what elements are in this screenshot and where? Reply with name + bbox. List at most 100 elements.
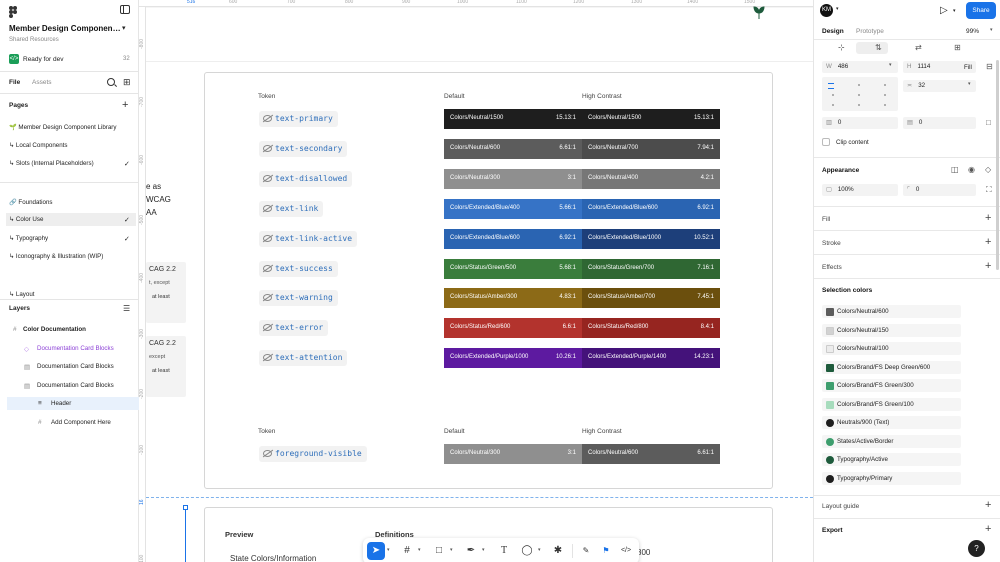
page-item[interactable]: ↳ Local Components [9,142,68,149]
alignment-dot[interactable] [858,94,860,96]
add-page-plus-icon[interactable]: + [122,100,128,111]
actions-tool-icon[interactable]: ✱ [549,542,567,560]
high-contrast-color-swatch[interactable]: Colors/Extended/Blue/600 6.92:1 [582,198,720,219]
text-tool-icon[interactable]: T [495,542,513,560]
present-play-icon[interactable]: ▷ [940,5,948,16]
help-button[interactable]: ? [968,540,985,557]
selection-handle[interactable] [183,505,188,510]
alignment-dot[interactable] [832,94,834,96]
chevron-down-icon[interactable]: ▾ [122,24,126,32]
width-field[interactable]: W 486 [822,61,898,73]
alignment-dot[interactable] [884,94,886,96]
alignment-dot[interactable] [884,84,886,86]
selection-color-item[interactable]: Typography/Primary [822,471,961,485]
selection-color-item[interactable]: Typography/Active [822,453,961,466]
tab-file[interactable]: File [9,79,20,86]
color-token-card[interactable]: Token Default High Contrast Token Defaul… [204,72,773,489]
chevron-down-icon[interactable]: ▾ [836,6,839,12]
token-name[interactable]: text-attention [259,350,348,367]
chevron-down-icon[interactable]: ▾ [418,547,421,553]
rectangle-tool-icon[interactable]: □ [430,542,448,560]
chevron-down-icon[interactable]: ▾ [889,62,892,68]
layer-documentation-card-blocks[interactable]: Documentation Card Blocks [37,363,114,370]
default-color-swatch[interactable]: Colors/Extended/Blue/400 5.66:1 [444,198,582,219]
add-effect-plus-icon[interactable]: + [985,261,991,272]
selection-color-item[interactable]: Colors/Neutral/600 [822,305,961,318]
layer-color-documentation[interactable]: Color Documentation [23,326,86,333]
add-export-plus-icon[interactable]: + [985,524,991,535]
page-item[interactable]: ↳ Iconography & Illustration (WIP) [9,253,103,260]
search-icon[interactable] [107,78,115,86]
default-color-swatch[interactable]: Colors/Status/Green/500 5.68:1 [444,258,582,279]
pen-tool-icon[interactable]: ✒ [462,542,480,560]
selection-color-item[interactable]: Colors/Brand/FS Deep Green/600 [822,360,961,374]
high-contrast-color-swatch[interactable]: Colors/Neutral/400 4.2:1 [582,168,720,189]
add-fill-plus-icon[interactable]: + [985,213,991,224]
gap-field[interactable]: ≍ 32 [903,80,976,92]
resize-icon[interactable]: ⊟ [986,62,993,71]
token-name[interactable]: foreground-visible [259,446,367,462]
selection-color-item[interactable]: Colors/Neutral/100 [822,342,961,355]
tab-prototype[interactable]: Prototype [856,28,884,35]
high-contrast-color-swatch[interactable]: Colors/Neutral/700 7.94:1 [582,138,720,159]
token-name[interactable]: text-warning [259,290,338,307]
height-mode[interactable]: Fill [964,64,972,71]
page-item[interactable]: ↳ Color Use [6,213,136,226]
alignment-icon[interactable]: ⊹ [838,43,845,52]
chevron-down-icon[interactable]: ▾ [387,547,390,553]
chevron-down-icon[interactable]: ▾ [482,547,485,553]
alignment-dot[interactable] [858,84,860,86]
page-item[interactable]: ↳ Typography [9,235,48,242]
default-color-swatch[interactable]: Colors/Neutral/1500 15.13:1 [444,109,582,129]
token-name[interactable]: text-disallowed [259,170,353,187]
grid-layout-icon[interactable]: ⊞ [954,43,961,52]
opacity-field[interactable]: ▢ 100% [822,184,898,196]
independent-corners-icon[interactable]: ⛶ [986,185,992,195]
page-item[interactable]: ↳ Slots (Internal Placeholders) [9,160,94,167]
blend-mode-icon[interactable]: ◇ [985,165,991,174]
high-contrast-color-swatch[interactable]: Colors/Extended/Blue/1000 10.52:1 [582,228,720,249]
styles-icon[interactable]: ◫ [951,165,959,174]
eye-icon[interactable]: ◉ [968,165,975,174]
clip-content-checkbox[interactable] [822,138,830,146]
default-color-swatch[interactable]: Colors/Neutral/300 3:1 [444,444,582,464]
zoom-level[interactable]: 99% [966,28,979,35]
independent-padding-icon[interactable]: □ [986,118,991,127]
share-button[interactable]: Share [966,2,996,19]
add-layout-guide-plus-icon[interactable]: + [985,500,991,511]
ready-for-dev-label[interactable]: Ready for dev [23,56,63,63]
add-stroke-plus-icon[interactable]: + [985,237,991,248]
chevron-down-icon[interactable]: ▾ [990,27,993,33]
high-contrast-color-swatch[interactable]: Colors/Status/Green/700 7.16:1 [582,258,720,279]
page-item[interactable]: 🔗 Foundations [9,198,52,206]
page-item[interactable]: 🌱 Member Design Component Library [9,123,116,131]
scrollbar[interactable] [996,60,999,270]
selection-color-item[interactable]: Colors/Brand/FS Green/300 [822,379,961,392]
selection-color-item[interactable]: Colors/Neutral/150 [822,323,961,337]
token-name[interactable]: text-secondary [259,140,348,157]
page-item[interactable]: ↳ Layout [9,291,34,298]
layer-add-component-here[interactable]: Add Component Here [51,419,111,426]
add-library-icon[interactable]: ⊞ [123,77,131,88]
chevron-down-icon[interactable]: ▾ [968,81,971,87]
selection-color-item[interactable]: Colors/Brand/FS Green/100 [822,397,961,411]
move-tool-icon[interactable]: ➤ [367,542,385,560]
layer-documentation-card-blocks[interactable]: Documentation Card Blocks [37,345,114,352]
high-contrast-color-swatch[interactable]: Colors/Neutral/1500 15.13:1 [582,109,720,129]
default-color-swatch[interactable]: Colors/Neutral/600 6.61:1 [444,138,582,159]
design-canvas[interactable]: 516 600 700 800 900 1000 1100 1200 1300 1400 1500 … [139,0,813,562]
alignment-dot[interactable] [884,104,886,106]
file-title[interactable]: Member Design Componen… [9,24,121,33]
alignment-selected-icon[interactable] [828,83,834,89]
horizontal-padding-field[interactable]: ▥ 0 [822,117,898,129]
token-name[interactable]: text-link-active [259,230,358,247]
high-contrast-color-swatch[interactable]: Colors/Status/Amber/700 7.45:1 [582,288,720,309]
sidebar-toggle-icon[interactable] [120,5,130,14]
high-contrast-color-swatch[interactable]: Colors/Status/Red/800 8.4:1 [582,318,720,339]
dev-mode-toggle-icon[interactable]: ⚑ [597,542,615,560]
frame-tool-icon[interactable]: # [398,542,416,560]
default-color-swatch[interactable]: Colors/Extended/Blue/600 6.92:1 [444,228,582,249]
alignment-dot[interactable] [858,104,860,106]
chevron-down-icon[interactable]: ▾ [538,547,541,553]
token-name[interactable]: text-error [259,320,329,337]
